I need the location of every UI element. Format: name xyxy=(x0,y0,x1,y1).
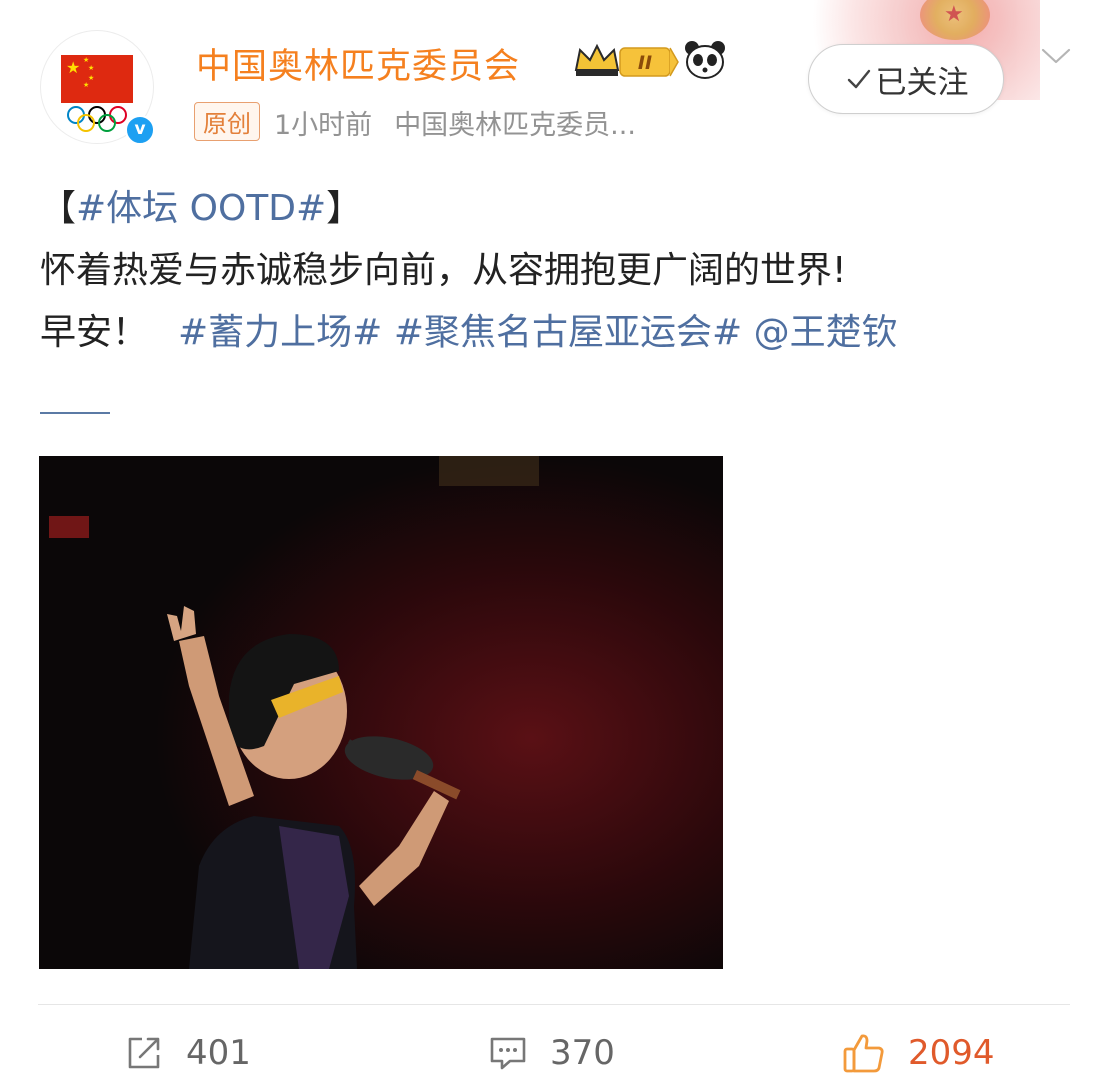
comment-icon xyxy=(490,1037,526,1070)
post-source[interactable]: 中国奥林匹克委员... xyxy=(394,110,636,141)
post-time: 1小时前 xyxy=(274,110,373,141)
footer-divider xyxy=(38,1004,1070,1005)
mention-link[interactable]: @王楚钦 xyxy=(754,312,898,353)
like-icon xyxy=(843,1034,884,1073)
content-divider xyxy=(40,412,110,414)
panda-icon xyxy=(685,41,725,79)
post-line-3: 早安！ #蓄力上场# #聚焦名古屋亚运会# @王楚钦 xyxy=(40,302,1050,364)
post-line-2: 怀着热爱与赤诚稳步向前，从容拥抱更广阔的世界! xyxy=(40,250,847,291)
bracket-close: 】 xyxy=(326,188,363,229)
crown-badge-icon[interactable]: II xyxy=(572,40,682,80)
check-icon xyxy=(847,69,870,89)
hashtag-link[interactable]: #蓄力上场# xyxy=(178,312,382,353)
badge-level-text: II xyxy=(638,52,652,74)
post-text: 【#体坛 OOTD#】 怀着热爱与赤诚稳步向前，从容拥抱更广阔的世界! 早安！ #… xyxy=(40,178,1050,364)
greeting-text: 早安！ xyxy=(40,312,149,353)
post-photo[interactable] xyxy=(39,456,723,969)
olympic-rings-icon xyxy=(67,106,127,132)
hashtag-link[interactable]: #体坛 OOTD# xyxy=(76,188,326,229)
like-button[interactable]: 2094 xyxy=(842,1030,995,1076)
verified-icon: v xyxy=(125,115,155,145)
post-meta: 原创 1小时前 中国奥林匹克委员... xyxy=(194,102,636,142)
follow-button[interactable]: 已关注 xyxy=(808,44,1004,114)
original-badge: 原创 xyxy=(194,102,260,141)
repost-count: 401 xyxy=(186,1033,251,1073)
repost-icon xyxy=(128,1037,160,1069)
username[interactable]: 中国奥林匹克委员会 xyxy=(196,38,520,89)
comment-button[interactable]: 370 xyxy=(488,1030,615,1076)
emblem-decoration xyxy=(920,0,990,40)
chevron-down-icon[interactable] xyxy=(1040,44,1072,68)
repost-button[interactable]: 401 xyxy=(124,1030,251,1076)
hashtag-link[interactable]: #聚焦名古屋亚运会# xyxy=(394,312,742,353)
avatar[interactable]: ★ ★ ★ ★ ★ v xyxy=(40,30,155,145)
follow-label: 已关注 xyxy=(875,64,969,101)
comment-count: 370 xyxy=(550,1033,615,1073)
post-line-1: 【#体坛 OOTD#】 xyxy=(40,178,1050,240)
bracket-open: 【 xyxy=(40,188,77,229)
like-count: 2094 xyxy=(908,1033,995,1073)
china-flag-icon: ★ ★ ★ ★ ★ xyxy=(61,55,133,103)
